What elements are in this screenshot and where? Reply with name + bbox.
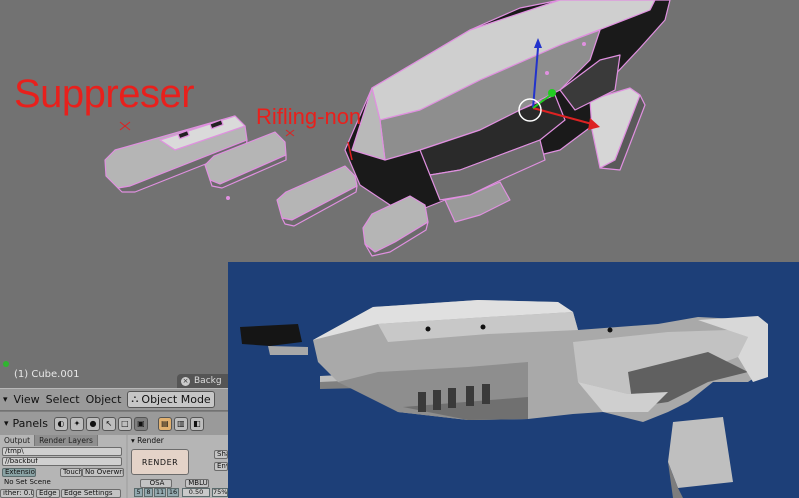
window-type-menu-2[interactable]: ▾ [0,419,13,429]
anim-buttons-icon[interactable]: ▥ [173,416,188,431]
gun-model [344,0,671,223]
env-map-toggle[interactable]: Env [214,462,228,471]
mode-selector-label: Object Mode [141,393,211,406]
scene-context-icon[interactable]: ▣ [133,416,148,431]
editing-context-icon[interactable]: □ [117,416,132,431]
backbuf-path-field[interactable]: //backbuf [2,457,122,466]
edge-toggle[interactable]: Edge [36,489,60,498]
object-context-icon[interactable]: ↖ [101,416,116,431]
tab-render-layers[interactable]: Render Layers [35,435,98,446]
object-mode-icon: ⛬ [131,394,139,405]
select-menu[interactable]: Select [43,390,83,410]
buttons-window-header: ▾ Panels ◐ ✦ ● ↖ □ ▣ ▤ ▥ ◧ [0,411,228,435]
touch-toggle[interactable]: Touch [60,468,82,477]
view-menu[interactable]: View [11,390,43,410]
suppreser-annotation: Suppreser [14,72,195,116]
osa-toggle[interactable]: OSA [140,479,172,488]
edge-settings-button[interactable]: Edge Settings [61,489,121,498]
close-icon[interactable]: × [181,376,190,386]
mblur-toggle[interactable]: MBLU [185,479,209,488]
mblur-value-text: 0.50 [188,488,204,496]
panels-menu[interactable]: Panels [13,417,48,430]
osa-11-button[interactable]: 11 [154,488,166,497]
no-overwrite-toggle[interactable]: No Overwrit [82,468,124,477]
render-buttons-icon[interactable]: ▤ [157,416,172,431]
rifling-annotation: Rifling-non [256,104,362,129]
osa-5-button[interactable]: 5 [134,488,143,497]
render-window[interactable] [228,262,799,498]
no-set-scene-label[interactable]: No Set Scene [2,479,62,488]
mblur-value-field[interactable]: 0.50 [182,488,210,497]
logic-context-icon[interactable]: ◐ [53,416,68,431]
tab-output[interactable]: Output [0,435,36,446]
bg-tab-label: Backg [194,376,222,386]
osa-16-button[interactable]: 16 [167,488,179,497]
shadow-toggle[interactable]: Sha [214,450,228,459]
render-size-percent-field[interactable]: 75% [212,488,228,497]
window-type-menu[interactable]: ▾ [0,390,11,410]
render-panel-header: Render [137,436,164,445]
output-path-field[interactable]: /tmp\ [2,447,122,456]
object-menu[interactable]: Object [83,390,125,410]
render-panel: ▾ Render RENDER Sha Env OSA MBLU 5 8 11 … [128,435,228,498]
render-button[interactable]: RENDER [131,449,189,475]
active-object-label: (1) Cube.001 [14,369,80,380]
script-context-icon[interactable]: ✦ [69,416,84,431]
sound-buttons-icon[interactable]: ◧ [189,416,204,431]
mode-selector[interactable]: ⛬ Object Mode [127,391,215,408]
collapse-arrow-icon[interactable]: ▾ [131,436,135,445]
rendered-gun [240,300,768,498]
axis-indicator-icon [3,361,9,367]
buttons-window: Output Render Layers /tmp\ //backbuf Ext… [0,435,228,498]
extensions-toggle[interactable]: Extensions [2,468,36,477]
viewport-header: ▾ View Select Object ⛬ Object Mode [0,388,228,410]
output-panel: Output Render Layers /tmp\ //backbuf Ext… [0,435,126,498]
osa-8-button[interactable]: 8 [144,488,153,497]
background-image-tab[interactable]: × Backg [177,374,228,388]
dither-field[interactable]: ither: 0.000 [0,489,34,498]
shading-context-icon[interactable]: ● [85,416,100,431]
